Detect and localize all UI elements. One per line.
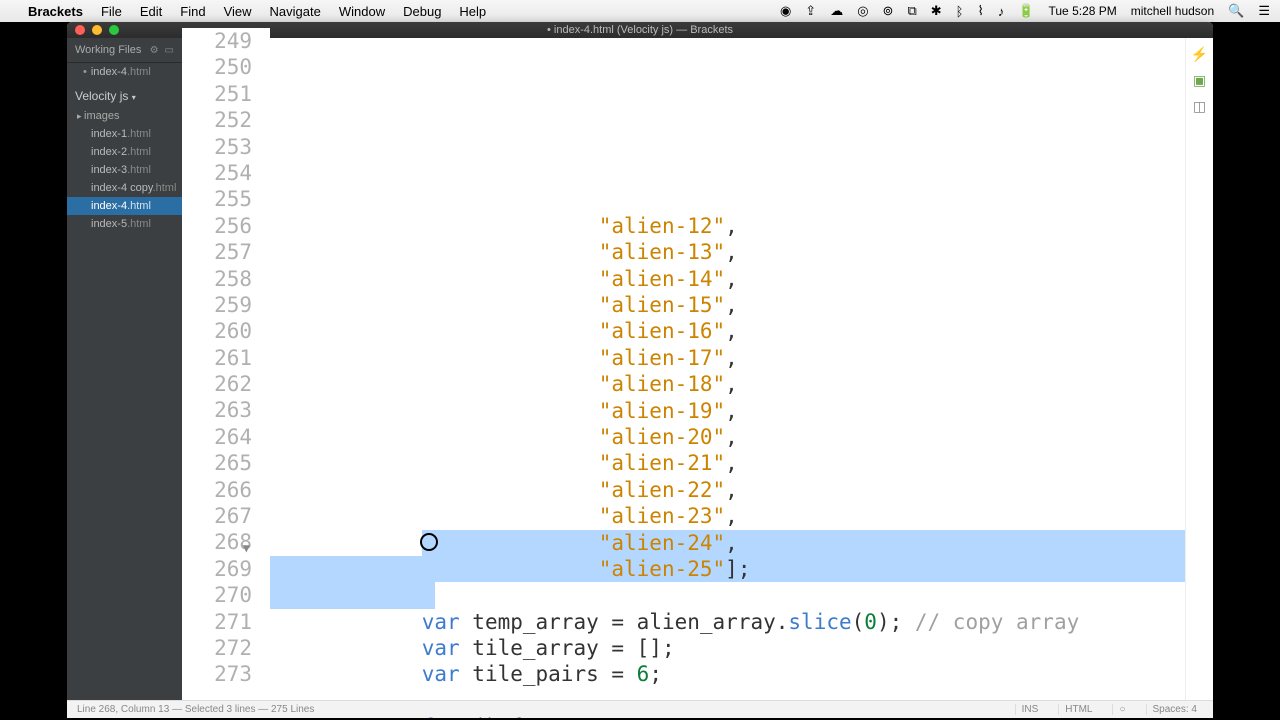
line-gutter: 2492502512522532542552562572582592602612… [182, 28, 270, 700]
working-file-item[interactable]: index-4.html [67, 63, 182, 81]
volume-icon[interactable]: ♪ [998, 4, 1005, 19]
status-icon[interactable]: ◎ [857, 3, 868, 19]
battery-icon[interactable]: 🔋 [1018, 3, 1034, 19]
menu-debug[interactable]: Debug [403, 4, 441, 19]
menu-window[interactable]: Window [339, 4, 385, 19]
status-icon[interactable]: ✱ [931, 3, 942, 19]
sidebar: Working Files ⚙ ▭ index-4.html Velocity … [67, 38, 182, 700]
menubar-clock[interactable]: Tue 5:28 PM [1049, 4, 1117, 18]
right-toolbar: ⚡ ▣ ◫ [1185, 38, 1213, 700]
gear-icon[interactable]: ⚙ [150, 45, 159, 56]
zoom-icon[interactable] [109, 25, 119, 35]
macos-menubar: Brackets File Edit Find View Navigate Wi… [0, 0, 1280, 22]
minimize-icon[interactable] [92, 25, 102, 35]
notification-center-icon[interactable]: ☰ [1258, 3, 1270, 19]
code-area[interactable]: "alien-12", "alien-13", "alien-14", "ali… [270, 38, 1185, 700]
working-files-label: Working Files [75, 44, 141, 56]
project-file-item[interactable]: index-5.html [67, 215, 182, 233]
working-files-header[interactable]: Working Files ⚙ ▭ [67, 38, 182, 63]
project-file-item[interactable]: index-4 copy.html [67, 179, 182, 197]
brackets-window: • index-4.html (Velocity js) — Brackets … [67, 22, 1213, 718]
project-file-item[interactable]: index-3.html [67, 161, 182, 179]
status-icon[interactable]: ⧉ [907, 3, 916, 19]
chevron-down-icon: ▾ [132, 93, 136, 102]
project-file-item[interactable]: index-2.html [67, 143, 182, 161]
project-header[interactable]: Velocity js ▾ [67, 81, 182, 107]
live-preview-icon[interactable]: ⚡ [1192, 46, 1208, 62]
split-icon[interactable]: ▭ [165, 45, 174, 56]
project-file-item[interactable]: index-4.html [67, 197, 182, 215]
folder-images[interactable]: images [67, 107, 182, 125]
extension-manager-icon[interactable]: ▣ [1192, 72, 1208, 88]
menu-navigate[interactable]: Navigate [270, 4, 321, 19]
project-file-item[interactable]: index-1.html [67, 125, 182, 143]
status-icon[interactable]: ☁ [830, 3, 843, 19]
menu-file[interactable]: File [101, 4, 122, 19]
menu-find[interactable]: Find [180, 4, 205, 19]
code-editor[interactable]: 2492502512522532542552562572582592602612… [182, 38, 1213, 700]
bluetooth-icon[interactable]: ᛒ [956, 4, 964, 19]
status-icon[interactable]: ⊚ [883, 3, 894, 19]
panel-icon[interactable]: ◫ [1192, 98, 1208, 114]
menubar-app-name[interactable]: Brackets [28, 4, 83, 19]
menu-edit[interactable]: Edit [140, 4, 162, 19]
status-icon[interactable]: ◉ [780, 3, 791, 19]
menu-help[interactable]: Help [459, 4, 486, 19]
spotlight-icon[interactable]: 🔍 [1228, 3, 1244, 19]
status-icon[interactable]: ⇪ [805, 3, 816, 19]
menu-view[interactable]: View [224, 4, 252, 19]
close-icon[interactable] [75, 25, 85, 35]
project-name: Velocity js [75, 89, 128, 103]
menubar-user[interactable]: mitchell hudson [1131, 4, 1214, 18]
wifi-icon[interactable]: ⌇ [977, 3, 983, 19]
